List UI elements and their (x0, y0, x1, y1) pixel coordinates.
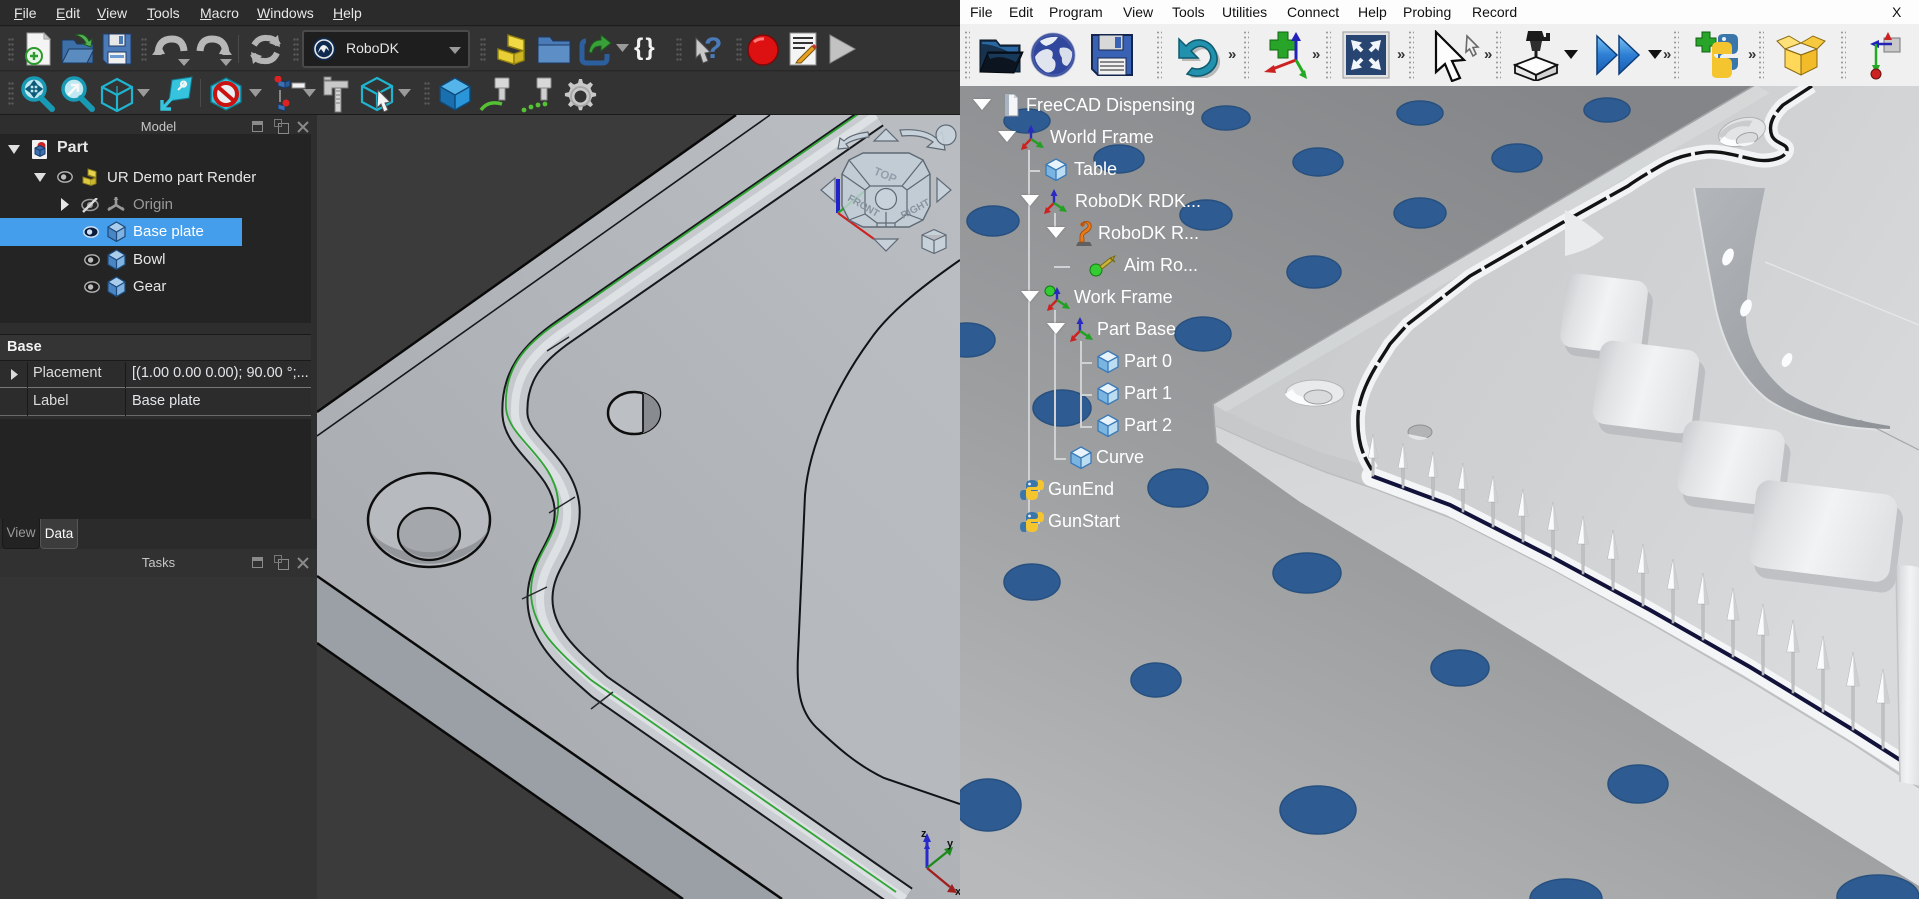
svg-text:z: z (921, 828, 927, 840)
svg-text:y: y (947, 838, 954, 850)
